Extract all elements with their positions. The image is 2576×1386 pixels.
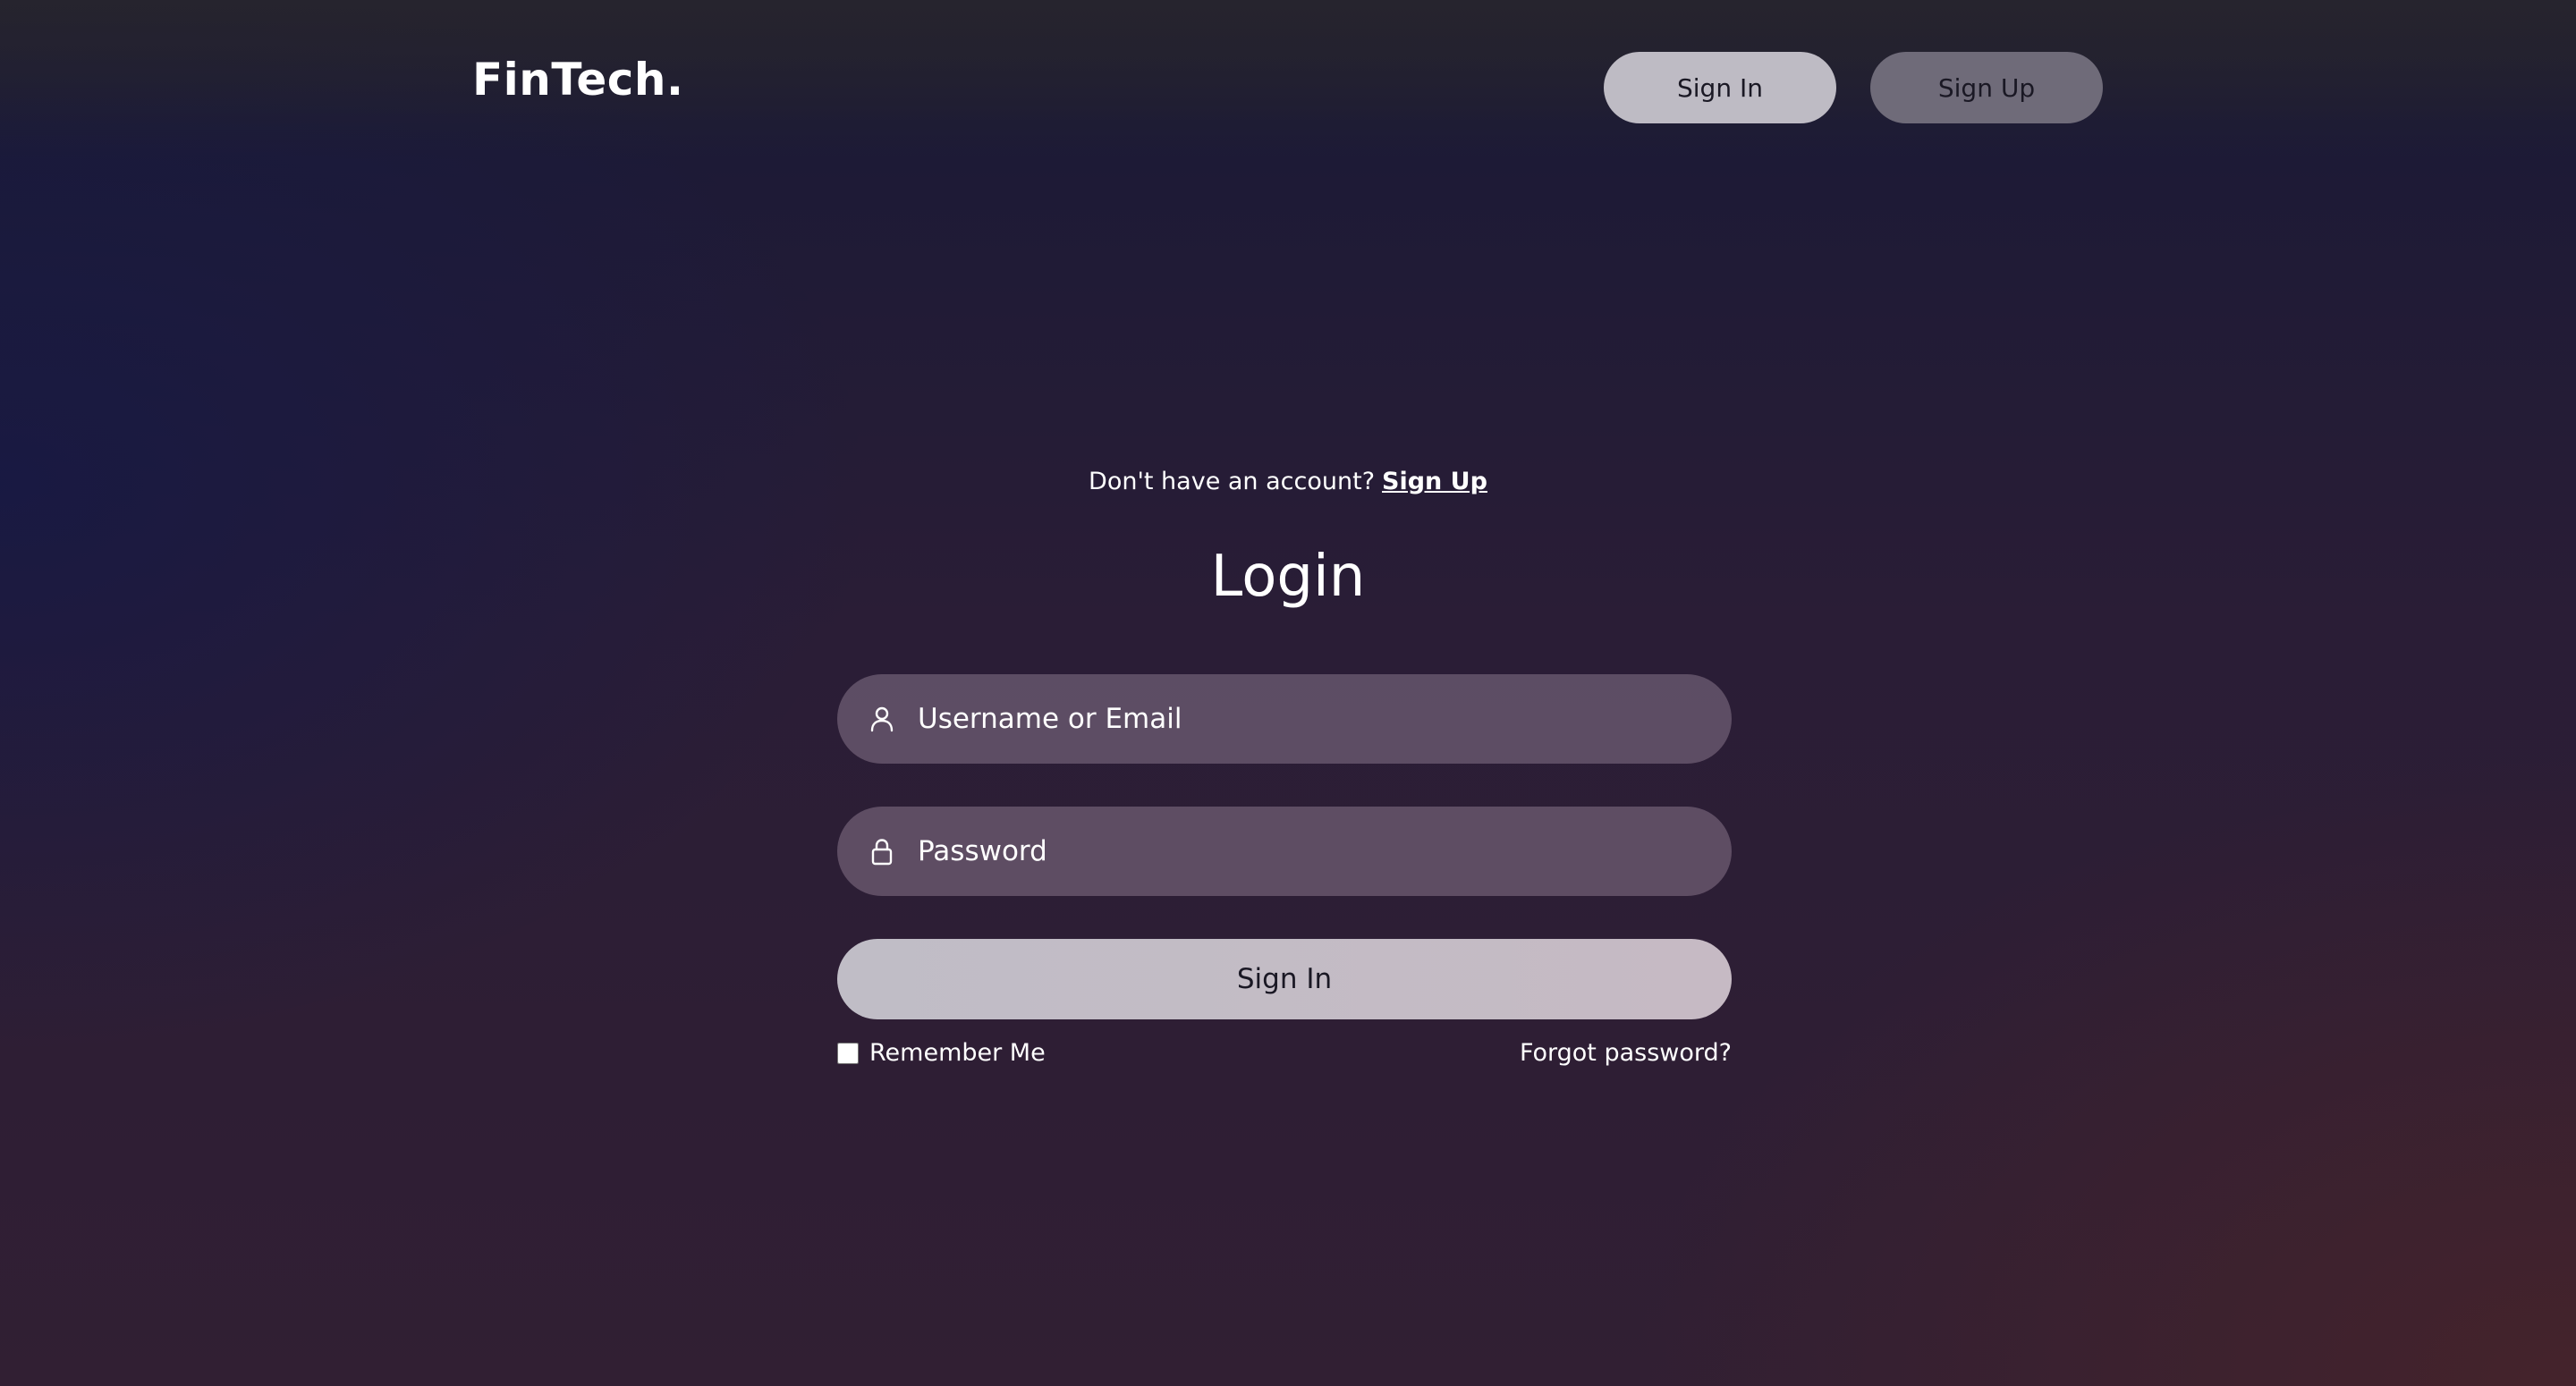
sign-in-submit-button[interactable]: Sign In bbox=[837, 939, 1732, 1019]
signup-link[interactable]: Sign Up bbox=[1382, 468, 1487, 495]
username-input[interactable] bbox=[918, 674, 1705, 764]
remember-me-checkbox[interactable] bbox=[837, 1042, 859, 1064]
signup-prompt-text: Don't have an account? bbox=[1089, 468, 1376, 495]
brand-logo[interactable]: FinTech. bbox=[472, 54, 684, 106]
password-field[interactable] bbox=[837, 807, 1732, 896]
signup-prompt: Don't have an account? Sign Up bbox=[0, 468, 2576, 495]
username-field[interactable] bbox=[837, 674, 1732, 764]
header-sign-in-button[interactable]: Sign In bbox=[1604, 52, 1836, 123]
lock-icon bbox=[871, 839, 893, 866]
remember-me-label: Remember Me bbox=[869, 1039, 1046, 1067]
header-sign-up-button[interactable]: Sign Up bbox=[1870, 52, 2103, 123]
user-icon bbox=[870, 706, 894, 732]
password-input[interactable] bbox=[918, 807, 1705, 896]
page-title: Login bbox=[1210, 544, 1366, 610]
remember-me[interactable]: Remember Me bbox=[837, 1039, 1046, 1067]
header-backdrop bbox=[0, 0, 2576, 161]
forgot-password-link[interactable]: Forgot password? bbox=[1520, 1039, 1732, 1067]
